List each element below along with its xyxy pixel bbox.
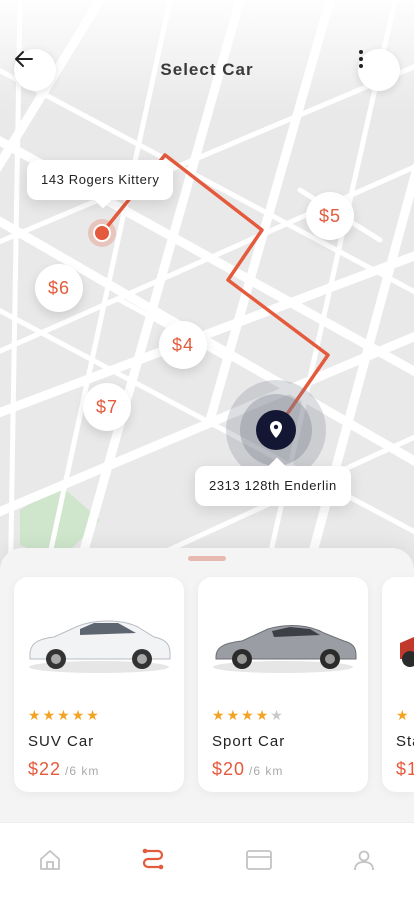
price-value: $20	[212, 759, 246, 779]
car-card[interactable]: ★★★★★ SUV Car $22/6 km	[14, 577, 184, 792]
car-card[interactable]: ★ Sta $1	[382, 577, 414, 792]
bottom-nav	[0, 822, 414, 897]
car-image	[400, 637, 414, 667]
price-value: $1	[396, 759, 414, 779]
star-icon: ★	[255, 707, 271, 723]
car-card[interactable]: ★★★★★ Sport Car $20/6 km	[198, 577, 368, 792]
star-icon: ★	[396, 707, 411, 723]
price-marker[interactable]: $4	[159, 321, 207, 369]
car-name: Sta	[396, 733, 414, 750]
star-icon: ★	[270, 707, 285, 723]
star-icon: ★	[226, 707, 242, 723]
star-icon: ★	[42, 707, 58, 723]
star-icon: ★	[71, 707, 87, 723]
sport-car-image	[213, 625, 357, 673]
card-icon	[246, 850, 272, 870]
sheet-handle[interactable]	[188, 556, 226, 561]
car-name: SUV Car	[28, 733, 95, 750]
nav-card[interactable]	[244, 845, 274, 875]
star-icon: ★	[212, 707, 227, 723]
rating-stars: ★★★★★	[28, 707, 101, 724]
car-name: Sport Car	[212, 733, 286, 750]
more-vertical-icon	[359, 50, 363, 68]
star-icon: ★	[57, 707, 72, 723]
rating-stars: ★★★★★	[212, 707, 285, 724]
page-title: Select Car	[160, 60, 254, 79]
more-options-button[interactable]	[358, 49, 400, 91]
home-icon	[40, 850, 60, 870]
rating-stars: ★	[396, 707, 411, 724]
car-price: $20/6 km	[212, 759, 283, 780]
map-view[interactable]: Select Car 143 Rogers Kittery 2313 128th…	[0, 0, 414, 600]
suv-car-image	[29, 620, 171, 673]
origin-callout: 143 Rogers Kittery	[27, 160, 174, 200]
nav-profile[interactable]	[349, 845, 379, 875]
car-price: $22/6 km	[28, 759, 99, 780]
star-icon: ★	[28, 707, 43, 723]
profile-icon	[354, 850, 374, 871]
price-marker[interactable]: $7	[83, 383, 131, 431]
nav-home[interactable]	[35, 845, 65, 875]
star-icon: ★	[241, 707, 256, 723]
top-bar-gradient	[0, 0, 414, 110]
price-unit: /6 km	[249, 764, 284, 778]
car-price: $1	[396, 759, 414, 780]
star-icon: ★	[86, 707, 101, 723]
nav-route[interactable]	[138, 845, 168, 875]
price-value: $22	[28, 759, 62, 779]
price-marker[interactable]: $5	[306, 192, 354, 240]
price-marker[interactable]: $6	[35, 264, 83, 312]
destination-callout: 2313 128th Enderlin	[195, 466, 351, 506]
route-icon	[142, 848, 164, 870]
price-unit: /6 km	[65, 764, 100, 778]
